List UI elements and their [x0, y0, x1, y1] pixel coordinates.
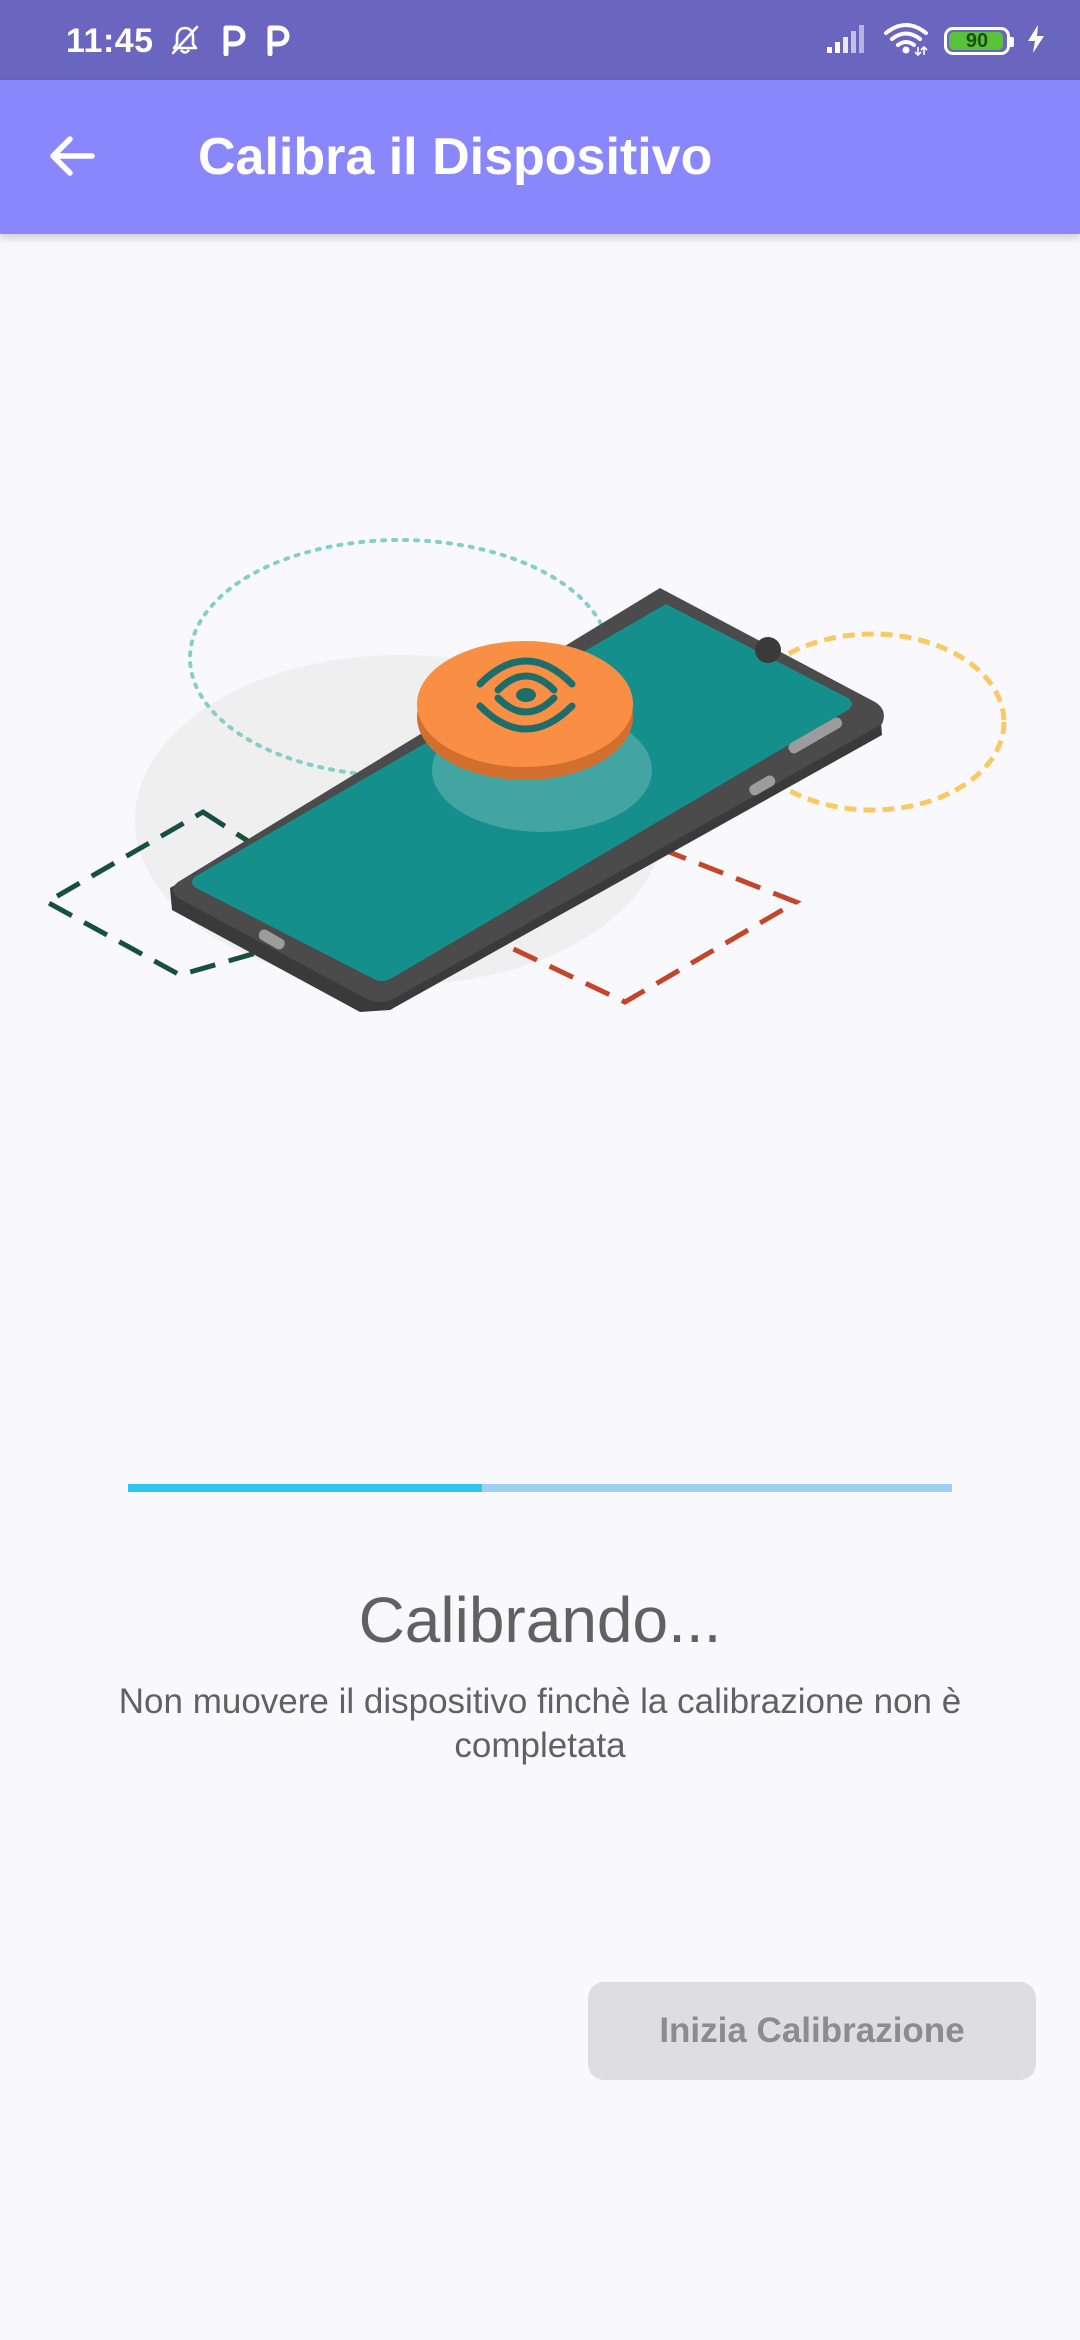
status-left-icons — [168, 24, 290, 61]
battery-icon: 90 — [944, 27, 1014, 55]
back-button[interactable] — [36, 122, 108, 194]
parking-p-icon — [220, 24, 246, 61]
page-title: Calibra il Dispositivo — [198, 128, 713, 186]
parking-p-icon — [264, 24, 290, 61]
calibration-progress-bar — [128, 1484, 952, 1492]
calibration-progress-fill — [128, 1484, 483, 1492]
calibration-status-description: Non muovere il dispositivo finchè la cal… — [118, 1682, 962, 1765]
battery-tip — [1010, 37, 1014, 47]
calibration-status-title: Calibrando... — [358, 1584, 722, 1656]
status-bar: 11:45 90 — [0, 0, 1080, 80]
bell-off-icon — [168, 23, 202, 62]
phone-camera-notch — [755, 637, 781, 663]
battery-level-text: 90 — [965, 30, 989, 52]
arrow-back-icon — [46, 130, 98, 187]
signal-icon — [826, 24, 868, 59]
calibration-illustration — [41, 538, 1007, 1012]
wifi-icon — [884, 22, 928, 61]
status-time: 11:45 — [66, 22, 154, 60]
status-right-icons: 90 — [826, 22, 1046, 61]
app-bar: Calibra il Dispositivo — [0, 80, 1080, 234]
charging-bolt-icon — [1026, 24, 1046, 59]
start-calibration-button[interactable]: Inizia Calibrazione — [588, 1982, 1036, 2080]
